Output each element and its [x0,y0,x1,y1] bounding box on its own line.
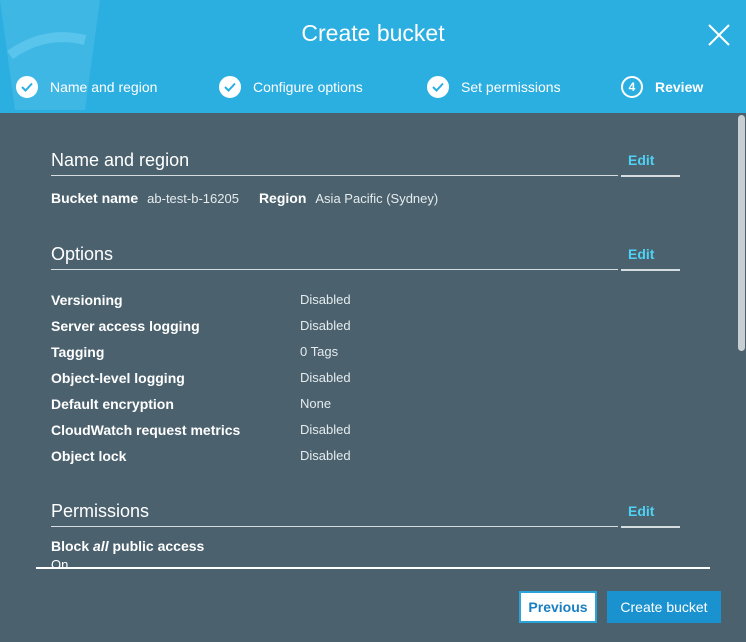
step-label: Name and region [50,79,158,95]
content-divider [36,567,710,569]
step-name-and-region[interactable]: Name and region [16,73,157,101]
close-icon[interactable] [706,22,732,48]
divider [51,175,618,176]
option-label: Object lock [51,448,127,464]
option-row-object-lock: Object lock Disabled [51,448,551,468]
option-value: Disabled [300,422,351,437]
option-row-server-access-logging: Server access logging Disabled [51,318,551,338]
option-label: Default encryption [51,396,174,412]
create-bucket-modal: Create bucket Name and region Configure … [0,0,746,642]
option-label: CloudWatch request metrics [51,422,241,438]
step-label: Review [655,79,704,95]
wizard-header: Create bucket Name and region Configure … [0,0,746,113]
option-row-cloudwatch-metrics: CloudWatch request metrics Disabled [51,422,551,442]
step-configure-options[interactable]: Configure options [219,73,363,101]
option-value: 0 Tags [300,344,339,359]
step-set-permissions[interactable]: Set permissions [427,73,561,101]
scrollbar[interactable] [738,115,745,351]
section-title-name-region: Name and region [51,150,190,170]
option-value: Disabled [300,370,351,385]
create-bucket-button[interactable]: Create bucket [607,591,721,623]
region-value: Asia Pacific (Sydney) [315,191,439,206]
edit-options-link[interactable]: Edit [628,246,654,262]
step-label: Configure options [253,79,363,95]
step-label: Set permissions [461,79,561,95]
option-label: Server access logging [51,318,200,334]
check-icon [219,76,241,98]
option-value: Disabled [300,318,351,333]
step-review[interactable]: 4 Review [621,73,703,101]
block-public-access-label: Block all public access [51,538,205,554]
check-icon [427,76,449,98]
edit-name-region-link[interactable]: Edit [628,152,654,168]
option-row-versioning: Versioning Disabled [51,292,551,312]
section-title-permissions: Permissions [51,501,150,521]
option-value: Disabled [300,448,351,463]
previous-button[interactable]: Previous [519,591,597,623]
option-value: Disabled [300,292,351,307]
check-icon [16,76,38,98]
option-label: Versioning [51,292,123,308]
option-label: Object-level logging [51,370,185,386]
option-row-object-level-logging: Object-level logging Disabled [51,370,551,390]
section-title-options: Options [51,244,114,264]
divider [621,269,680,271]
region-label: Region [258,190,307,206]
divider [621,175,680,177]
option-value: None [300,396,332,411]
step-number: 4 [621,76,643,98]
divider [51,526,618,527]
bucket-summary: Bucket name ab-test-b-16205 Region Asia … [51,190,438,206]
divider [51,269,618,270]
edit-permissions-link[interactable]: Edit [628,503,654,519]
bucket-name-label: Bucket name [51,190,139,206]
option-row-default-encryption: Default encryption None [51,396,551,416]
option-label: Tagging [51,344,105,360]
modal-title: Create bucket [301,20,445,46]
option-row-tagging: Tagging 0 Tags [51,344,551,364]
bucket-name-value: ab-test-b-16205 [147,191,239,206]
divider [621,526,680,528]
